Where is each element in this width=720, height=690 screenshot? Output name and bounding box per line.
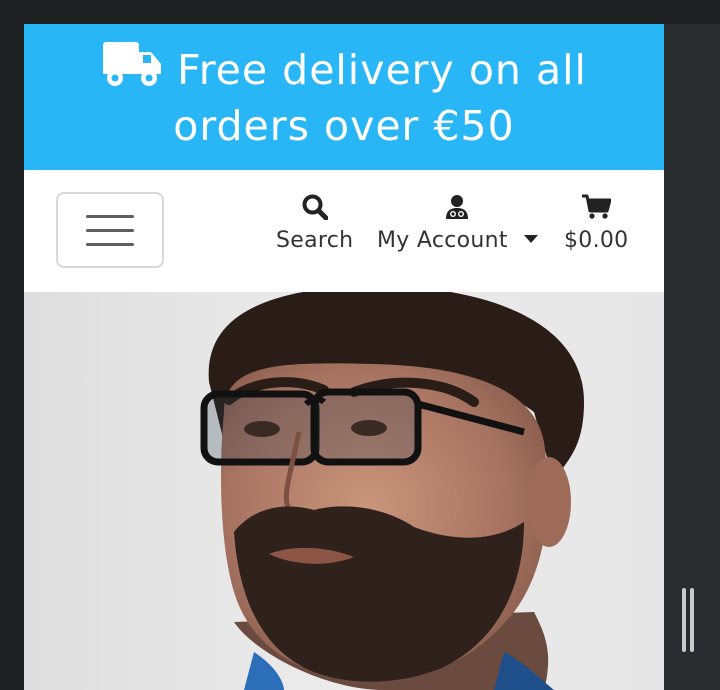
navbar: Search My Account $0.00: [24, 170, 664, 292]
search-icon: [302, 194, 328, 220]
scrollbar[interactable]: [664, 24, 720, 690]
hero-image: [24, 292, 664, 690]
banner-text: Free delivery on all orders over €50: [173, 46, 587, 150]
shopping-cart-icon: [582, 194, 612, 219]
menu-toggle-button[interactable]: [56, 192, 164, 268]
search-label: Search: [276, 228, 354, 253]
page: Free delivery on all orders over €50 Sea…: [24, 24, 664, 690]
cart-total: $0.00: [564, 228, 629, 253]
my-account-label: My Account: [377, 228, 508, 253]
cart-link[interactable]: $0.00: [564, 194, 628, 253]
delivery-banner: Free delivery on all orders over €50: [24, 24, 664, 170]
hamburger-icon-bar: [86, 228, 134, 232]
scrollbar-thumb[interactable]: [682, 588, 694, 652]
hamburger-icon-bar: [86, 242, 134, 246]
hamburger-icon: [86, 214, 134, 218]
my-account-dropdown[interactable]: My Account: [377, 194, 538, 253]
hero-portrait-image: [24, 292, 664, 690]
caret-down-icon: [523, 235, 538, 243]
truck-icon: [103, 42, 162, 86]
search-link[interactable]: Search: [276, 194, 353, 253]
user-doctor-icon: [446, 195, 469, 219]
